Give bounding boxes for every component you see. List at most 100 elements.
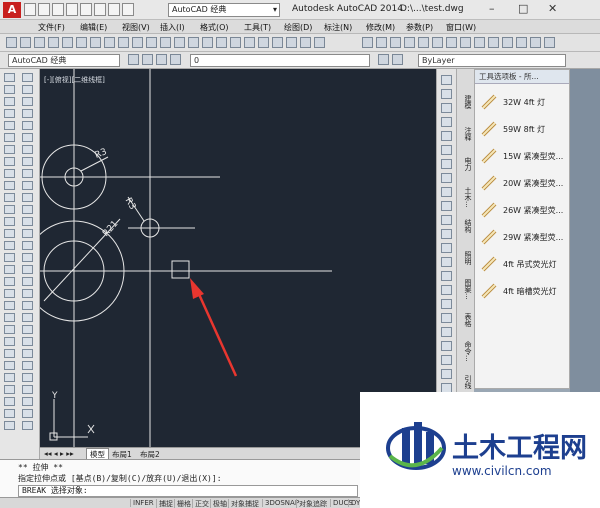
trim-icon[interactable] bbox=[22, 181, 33, 190]
status-otrack[interactable]: 对象追踪 bbox=[296, 499, 327, 508]
modify-icon[interactable] bbox=[441, 341, 452, 351]
move-icon[interactable] bbox=[441, 145, 452, 155]
menu-draw[interactable]: 绘图(D) bbox=[284, 22, 312, 33]
cut-icon[interactable] bbox=[446, 37, 457, 48]
palette-tab[interactable]: 注释 bbox=[459, 127, 473, 141]
modify-icon[interactable] bbox=[22, 337, 33, 346]
menu-insert[interactable]: 插入(I) bbox=[160, 22, 185, 33]
palette-item[interactable]: 32W 4ft 灯 bbox=[481, 92, 545, 112]
mirror-icon[interactable] bbox=[22, 97, 33, 106]
status-snap[interactable]: 捕捉 bbox=[156, 499, 173, 508]
autocad-logo-icon[interactable]: A bbox=[3, 2, 21, 18]
erase-icon[interactable] bbox=[22, 73, 33, 82]
palette-tab[interactable]: 土木... bbox=[459, 187, 473, 208]
copy-icon[interactable] bbox=[460, 37, 471, 48]
array-icon[interactable] bbox=[22, 121, 33, 130]
rectangle-icon[interactable] bbox=[4, 121, 15, 130]
grip-box[interactable] bbox=[171, 260, 190, 279]
pan-icon[interactable] bbox=[530, 37, 541, 48]
menu-modify[interactable]: 修改(M) bbox=[366, 22, 395, 33]
print-icon[interactable] bbox=[404, 37, 415, 48]
draw-icon[interactable] bbox=[4, 325, 15, 334]
palette-item[interactable]: 20W 紧凑型荧... bbox=[481, 173, 563, 193]
lightbulb-icon[interactable] bbox=[156, 54, 167, 65]
modify-icon[interactable] bbox=[22, 289, 33, 298]
sun-icon[interactable] bbox=[170, 54, 181, 65]
workspace-combo[interactable]: AutoCAD 经典 bbox=[168, 3, 280, 17]
preview-icon[interactable] bbox=[62, 37, 73, 48]
revcloud-icon[interactable] bbox=[4, 157, 15, 166]
menu-format[interactable]: 格式(O) bbox=[200, 22, 229, 33]
fillet-icon[interactable] bbox=[441, 271, 452, 281]
properties-icon[interactable] bbox=[230, 37, 241, 48]
status-polar[interactable]: 极轴 bbox=[210, 499, 227, 508]
stretch-icon[interactable] bbox=[441, 187, 452, 197]
preview-icon[interactable] bbox=[418, 37, 429, 48]
break-icon[interactable] bbox=[441, 229, 452, 239]
copy-icon[interactable] bbox=[441, 89, 452, 99]
blend-icon[interactable] bbox=[22, 265, 33, 274]
palette-tab[interactable]: 建模 bbox=[459, 95, 473, 109]
match-icon[interactable] bbox=[488, 37, 499, 48]
chamfer-icon[interactable] bbox=[22, 241, 33, 250]
ellipse-arc-icon[interactable] bbox=[4, 193, 15, 202]
circle-icon[interactable] bbox=[4, 145, 15, 154]
arc-icon[interactable] bbox=[4, 133, 15, 142]
print-icon[interactable] bbox=[48, 37, 59, 48]
region-icon[interactable] bbox=[4, 265, 15, 274]
layer-manager-icon[interactable] bbox=[142, 54, 153, 65]
polygon-icon[interactable] bbox=[4, 109, 15, 118]
join-icon[interactable] bbox=[22, 229, 33, 238]
design-center-icon[interactable] bbox=[244, 37, 255, 48]
tool-palette-icon[interactable] bbox=[258, 37, 269, 48]
command-input[interactable]: BREAK 选择对象: bbox=[18, 485, 358, 497]
layer-previous-icon[interactable] bbox=[378, 54, 389, 65]
break-icon[interactable] bbox=[22, 217, 33, 226]
layer-state-icon[interactable] bbox=[392, 54, 403, 65]
zoom-icon[interactable] bbox=[544, 37, 555, 48]
extend-icon[interactable] bbox=[441, 215, 452, 225]
draw-icon[interactable] bbox=[4, 397, 15, 406]
modify-icon[interactable] bbox=[22, 349, 33, 358]
palette-item[interactable]: 4ft 暗槽荧光灯 bbox=[481, 281, 556, 301]
calc-icon[interactable] bbox=[300, 37, 311, 48]
modify-icon[interactable] bbox=[441, 369, 452, 379]
scale-icon[interactable] bbox=[441, 173, 452, 183]
erase-icon[interactable] bbox=[441, 75, 452, 85]
line-icon[interactable] bbox=[4, 73, 15, 82]
draw-icon[interactable] bbox=[4, 349, 15, 358]
status-grid[interactable]: 栅格 bbox=[174, 499, 191, 508]
markup-icon[interactable] bbox=[286, 37, 297, 48]
draw-icon[interactable] bbox=[4, 337, 15, 346]
dropdown-icon[interactable] bbox=[122, 3, 134, 16]
palette-tab[interactable]: 电力 bbox=[459, 157, 473, 171]
palette-tab[interactable]: 表格 bbox=[459, 313, 473, 327]
layer-select[interactable]: 0 bbox=[190, 54, 370, 67]
zoom-prev-icon[interactable] bbox=[216, 37, 227, 48]
menu-edit[interactable]: 编辑(E) bbox=[80, 22, 107, 33]
draw-icon[interactable] bbox=[4, 385, 15, 394]
gradient-icon[interactable] bbox=[4, 253, 15, 262]
menu-tools[interactable]: 工具(T) bbox=[244, 22, 271, 33]
polyline-icon[interactable] bbox=[4, 97, 15, 106]
drawing-canvas[interactable]: [-][俯视][二维线框] R3 R3 R21 Y bbox=[40, 69, 436, 447]
chamfer-icon[interactable] bbox=[441, 257, 452, 267]
modify-icon[interactable] bbox=[22, 409, 33, 418]
break-at-point-icon[interactable] bbox=[22, 205, 33, 214]
ellipse-icon[interactable] bbox=[4, 181, 15, 190]
redo-icon[interactable] bbox=[160, 37, 171, 48]
modify-icon[interactable] bbox=[22, 373, 33, 382]
close-button[interactable]: ✕ bbox=[548, 2, 557, 15]
palette-item[interactable]: 26W 紧凑型荧... bbox=[481, 200, 563, 220]
cut-icon[interactable] bbox=[90, 37, 101, 48]
open-file-icon[interactable] bbox=[38, 3, 50, 16]
save-icon[interactable] bbox=[52, 3, 64, 16]
modify-icon[interactable] bbox=[22, 313, 33, 322]
offset-icon[interactable] bbox=[22, 109, 33, 118]
palette-item[interactable]: 15W 紧凑型荧... bbox=[481, 146, 563, 166]
rotate-icon[interactable] bbox=[441, 159, 452, 169]
palette-item[interactable]: 29W 紧凑型荧... bbox=[481, 227, 563, 247]
undo-icon[interactable] bbox=[502, 37, 513, 48]
explode-icon[interactable] bbox=[22, 277, 33, 286]
draw-icon[interactable] bbox=[4, 421, 15, 430]
